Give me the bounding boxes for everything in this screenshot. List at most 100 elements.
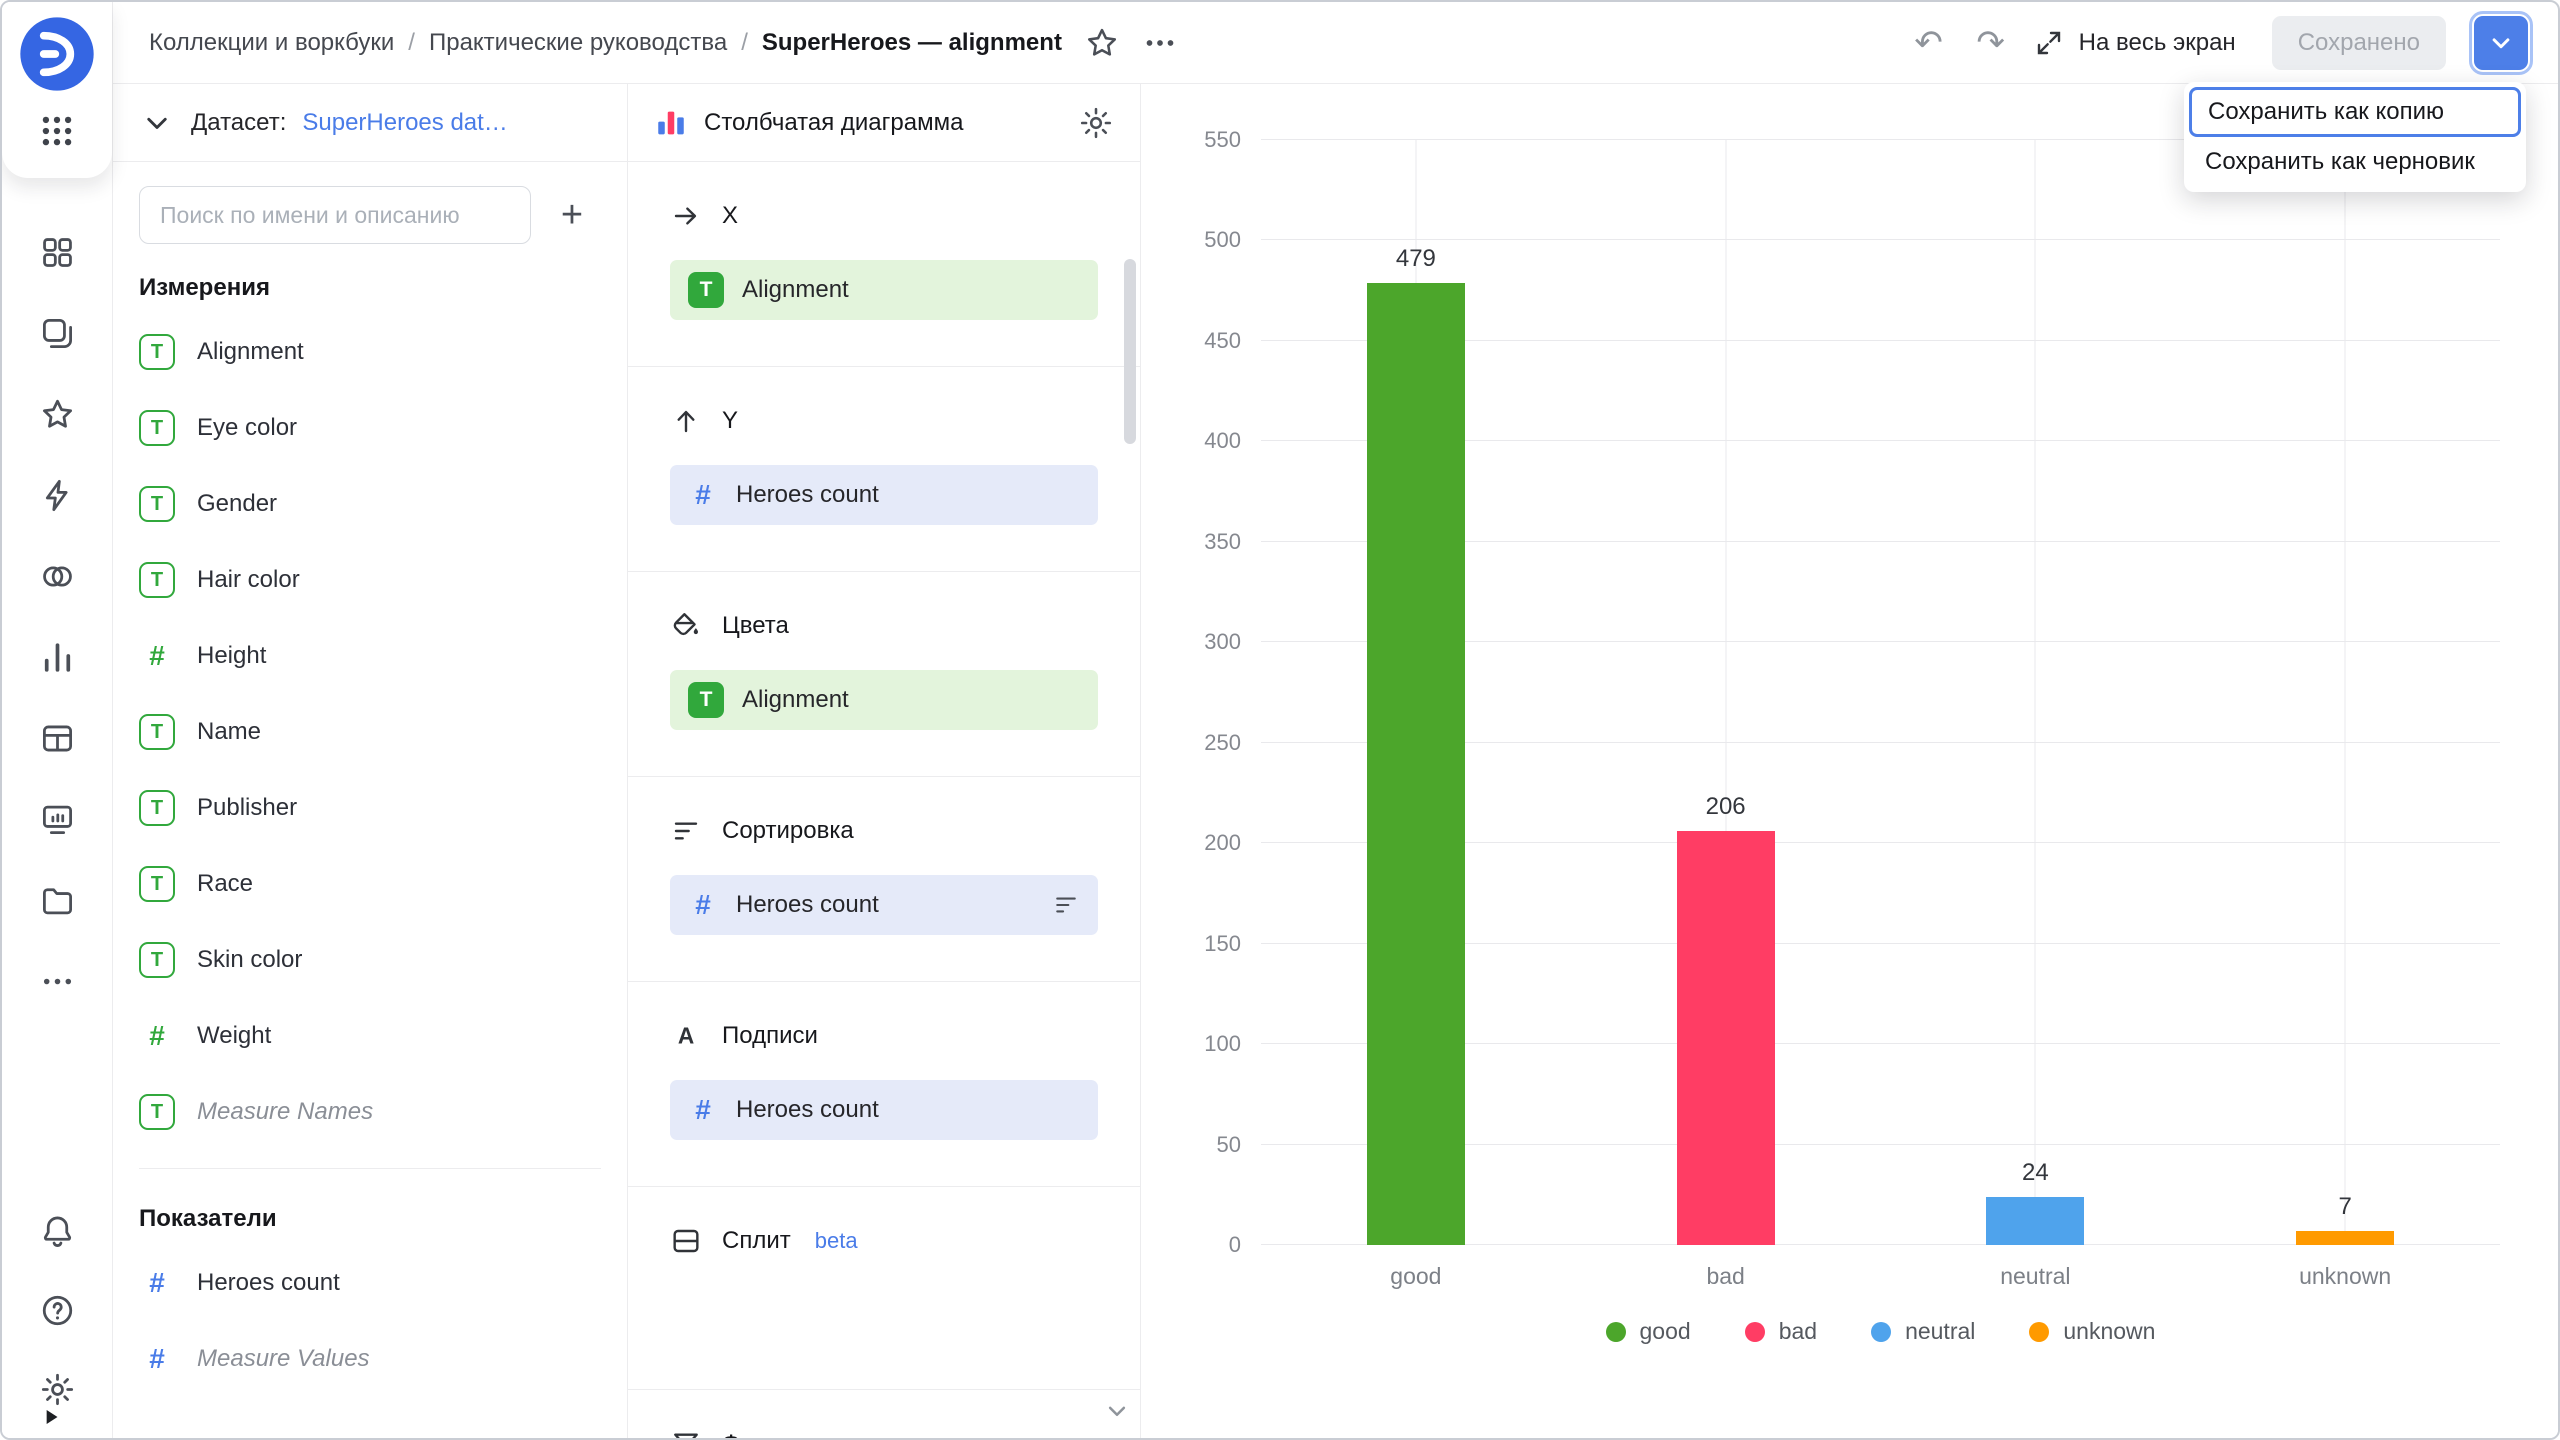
scrollbar-thumb[interactable] [1124,259,1136,444]
fullscreen-button[interactable]: На весь экран [2033,27,2236,59]
field-label: Skin color [197,946,302,974]
breadcrumb-guides[interactable]: Практические руководства [429,29,727,57]
scroll-down-chevron-icon[interactable] [1102,1396,1132,1426]
undo-icon[interactable]: ↶ [1909,25,1949,61]
top-header: Коллекции и воркбуки / Практические руко… [113,2,2558,84]
breadcrumb-separator: / [408,29,415,57]
sql-editor-icon[interactable] [39,477,76,514]
section-sort: Сортировка#Heroes count [628,777,1140,982]
field-item-weight[interactable]: #Weight [139,998,601,1074]
funnel-icon [670,1428,702,1438]
field-item-publisher[interactable]: TPublisher [139,770,601,846]
text-type-icon: T [688,272,724,308]
more-menu-icon[interactable] [1142,25,1178,61]
text-type-icon: T [688,682,724,718]
field-pill-y[interactable]: #Heroes count [670,465,1098,525]
bar-unknown[interactable]: 7 [2296,1231,2394,1245]
field-pill-colors[interactable]: TAlignment [670,670,1098,730]
measures-list: #Heroes count#Measure Values [139,1245,601,1397]
svg-text:A: A [678,1022,694,1048]
section-label: Подписи [722,1022,818,1050]
y-tick-label: 100 [1204,1031,1241,1057]
sort-icon[interactable] [1052,891,1080,919]
section-x: XTAlignment [628,162,1140,367]
relations-icon[interactable] [39,558,76,595]
arrow-right-icon [670,200,702,232]
text-type-icon: T [139,410,175,446]
section-label: Y [722,407,738,435]
datalens-logo[interactable] [17,14,97,94]
field-item-measure-values[interactable]: #Measure Values [139,1321,601,1397]
field-item-measure-names[interactable]: TMeasure Names [139,1074,601,1150]
bell-icon[interactable] [39,1213,76,1250]
breadcrumb-current: SuperHeroes — alignment [762,29,1062,57]
dataset-panel-header: Датасет: SuperHeroes dat… [113,84,627,162]
bar-value-label: 479 [1396,245,1436,273]
legend-item-good[interactable]: good [1606,1318,1691,1345]
field-item-alignment[interactable]: TAlignment [139,314,601,390]
legend-label: unknown [2063,1318,2155,1345]
favorite-star-icon[interactable] [1084,25,1120,61]
save-menu-button[interactable] [2474,16,2528,70]
text-type-icon: T [139,1094,175,1130]
section-filters: Фильтры [628,1390,1140,1438]
bar-chart-type-icon[interactable] [654,106,688,140]
favorites-icon[interactable] [39,396,76,433]
more-icon[interactable] [39,963,76,1000]
monitoring-icon[interactable] [39,801,76,838]
redo-icon[interactable]: ↷ [1971,25,2011,61]
bar-bad[interactable]: 206 [1677,831,1775,1245]
saved-button[interactable]: Сохранено [2272,16,2446,70]
collections-icon[interactable] [39,315,76,352]
breadcrumb-collections[interactable]: Коллекции и воркбуки [149,29,394,57]
y-tick-label: 150 [1204,931,1241,957]
legend-dot [1745,1322,1765,1342]
field-item-gender[interactable]: TGender [139,466,601,542]
breadcrumb: Коллекции и воркбуки / Практические руко… [149,29,1062,57]
y-tick-label: 300 [1204,629,1241,655]
menu-item-save-copy[interactable]: Сохранить как копию [2189,87,2521,137]
dataset-name-link[interactable]: SuperHeroes dat… [302,109,507,137]
measures-title: Показатели [139,1205,601,1233]
text-type-icon: T [139,334,175,370]
legend-item-unknown[interactable]: unknown [2029,1318,2155,1345]
field-search-input[interactable] [139,186,531,244]
field-pill-x[interactable]: TAlignment [670,260,1098,320]
bar-good[interactable]: 479 [1367,283,1465,1245]
field-item-race[interactable]: TRace [139,846,601,922]
gear-icon[interactable] [39,1371,76,1408]
menu-item-save-draft[interactable]: Сохранить как черновик [2189,137,2521,187]
field-label: Weight [197,1022,271,1050]
split-icon [670,1225,702,1257]
bar-neutral[interactable]: 24 [1986,1197,2084,1245]
apps-grid-icon[interactable] [38,112,76,150]
chart-settings-gear-icon[interactable] [1078,105,1114,141]
collapse-panel-icon[interactable] [38,1404,64,1430]
h-gridline [1261,239,2500,240]
letter-a-icon: A [670,1020,702,1052]
y-tick-label: 450 [1204,328,1241,354]
y-tick-label: 350 [1204,529,1241,555]
storage-icon[interactable] [39,882,76,919]
charts-icon[interactable] [39,639,76,676]
field-item-name[interactable]: TName [139,694,601,770]
field-pill-labels[interactable]: #Heroes count [670,1080,1098,1140]
field-item-eye-color[interactable]: TEye color [139,390,601,466]
dataset-collapse-chevron-icon[interactable] [139,105,175,141]
fullscreen-label: На весь экран [2079,29,2236,57]
legend-item-neutral[interactable]: neutral [1871,1318,1975,1345]
x-tick-label: good [1390,1263,1441,1290]
field-item-hair-color[interactable]: THair color [139,542,601,618]
legend-item-bad[interactable]: bad [1745,1318,1817,1345]
y-tick-label: 250 [1204,730,1241,756]
field-item-skin-color[interactable]: TSkin color [139,922,601,998]
field-item-heroes-count[interactable]: #Heroes count [139,1245,601,1321]
field-pill-sort[interactable]: #Heroes count [670,875,1098,935]
field-label: Measure Values [197,1345,370,1373]
dashboards-icon[interactable] [39,234,76,271]
help-icon[interactable] [39,1292,76,1329]
chart-config-header: Столбчатая диаграмма [628,84,1140,162]
datasets-icon[interactable] [39,720,76,757]
add-field-button[interactable]: + [543,186,601,244]
field-item-height[interactable]: #Height [139,618,601,694]
